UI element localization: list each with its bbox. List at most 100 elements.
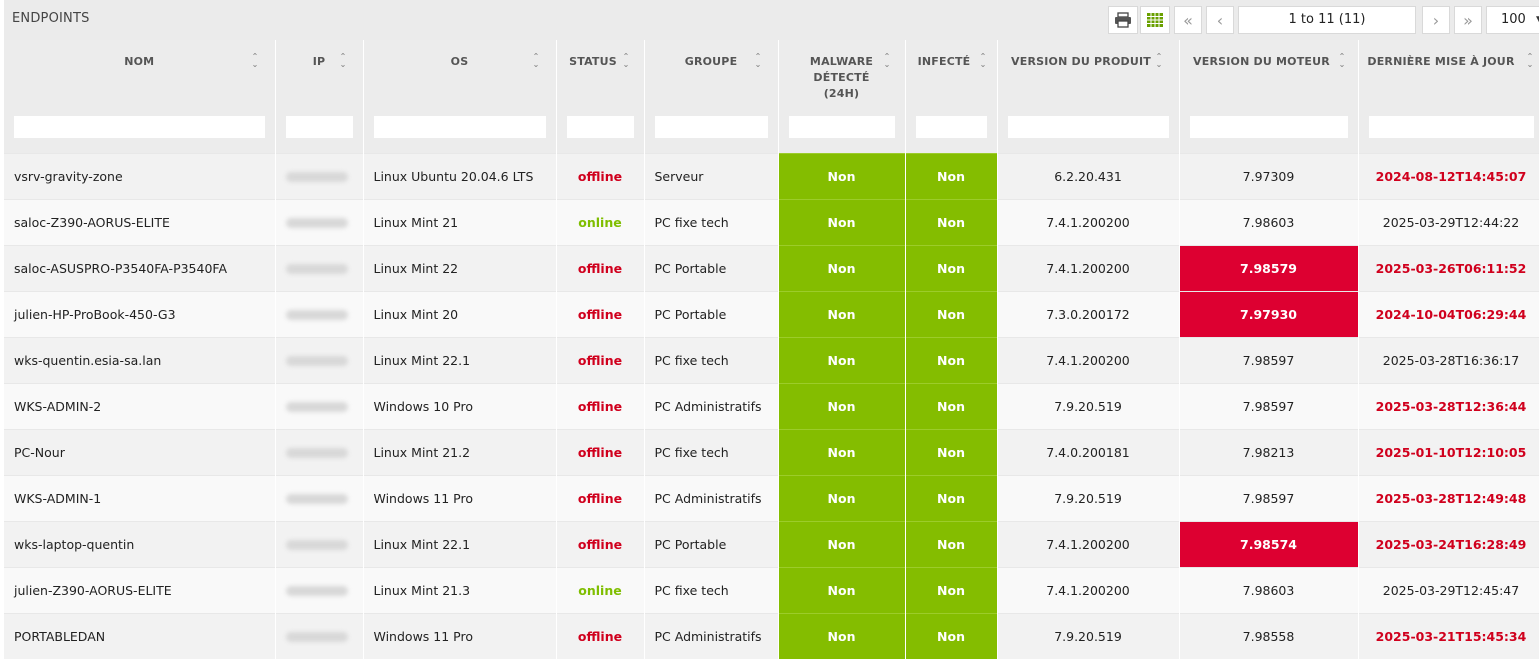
cell-infecte: Non — [905, 612, 998, 659]
cell-derniere-maj: 2025-03-21T15:45:34 — [1358, 612, 1539, 659]
col-groupe[interactable]: GROUPE ⌃ ⌄ — [644, 40, 779, 102]
print-button[interactable] — [1108, 6, 1138, 34]
col-label: INFECTÉ — [917, 55, 971, 68]
cell-os: Linux Ubuntu 20.04.6 LTS — [363, 152, 557, 199]
cell-nom[interactable]: wks-quentin.esia-sa.lan — [4, 336, 276, 383]
table-row[interactable]: WKS-ADMIN-2 Windows 10 Pro offline PC Admin… — [4, 382, 1539, 429]
cell-nom[interactable]: PC-Nour — [4, 428, 276, 475]
cell-nom[interactable]: vsrv-gravity-zone — [4, 152, 276, 199]
double-chevron-right-icon: » — [1463, 10, 1473, 30]
table-row[interactable]: vsrv-gravity-zone Linux Ubuntu 20.04.6 LT… — [4, 152, 1539, 199]
cell-groupe: PC Portable — [644, 290, 779, 337]
header-row: NOM ⌃ ⌄ IP ⌃ ⌄ OS ⌃ ⌄ STATUS ⌃ ⌄ GROUPE ⌃ ⌄ MALWAR… — [4, 40, 1539, 102]
cell-derniere-maj: 2025-03-29T12:45:47 — [1358, 566, 1539, 613]
table-row[interactable]: julien-Z390-AORUS-ELITE Linux Mint 21.3 on… — [4, 566, 1539, 613]
col-status[interactable]: STATUS ⌃ ⌄ — [556, 40, 645, 102]
col-label: STATUS — [569, 55, 617, 68]
col-label: VERSION DU MOTEUR — [1193, 55, 1330, 68]
cell-nom[interactable]: PORTABLEDAN — [4, 612, 276, 659]
cell-ip — [275, 612, 364, 659]
cell-os: Linux Mint 22 — [363, 244, 557, 291]
cell-version-moteur: 7.98597 — [1179, 474, 1359, 521]
col-ip[interactable]: IP ⌃ ⌄ — [275, 40, 364, 102]
filter-groupe-input[interactable] — [654, 116, 768, 139]
prev-page-button[interactable]: ‹ — [1206, 6, 1234, 34]
redacted-ip — [285, 494, 348, 504]
next-page-button[interactable]: › — [1422, 6, 1450, 34]
table-row[interactable]: saloc-ASUSPRO-P3540FA-P3540FA Linux Mint … — [4, 244, 1539, 291]
cell-nom[interactable]: saloc-ASUSPRO-P3540FA-P3540FA — [4, 244, 276, 291]
cell-nom[interactable]: WKS-ADMIN-2 — [4, 382, 276, 429]
endpoints-table: NOM ⌃ ⌄ IP ⌃ ⌄ OS ⌃ ⌄ STATUS ⌃ ⌄ GROUPE ⌃ ⌄ MALWAR… — [4, 40, 1539, 659]
col-version-produit[interactable]: VERSION DU PRODUIT ⌃ ⌄ — [997, 40, 1180, 102]
cell-derniere-maj: 2025-03-29T12:44:22 — [1358, 198, 1539, 245]
cell-groupe: PC Portable — [644, 244, 779, 291]
cell-nom[interactable]: julien-Z390-AORUS-ELITE — [4, 566, 276, 613]
cell-groupe: Serveur — [644, 152, 779, 199]
cell-infecte: Non — [905, 428, 998, 475]
filter-row — [4, 102, 1539, 153]
table-row[interactable]: julien-HP-ProBook-450-G3 Linux Mint 20 off… — [4, 290, 1539, 337]
filter-infecte-input[interactable] — [915, 116, 987, 139]
filter-os-input[interactable] — [373, 116, 546, 139]
cell-nom[interactable]: WKS-ADMIN-1 — [4, 474, 276, 521]
chevron-left-icon: ‹ — [1216, 10, 1224, 30]
cell-ip — [275, 152, 364, 199]
table-row[interactable]: wks-quentin.esia-sa.lan Linux Mint 22.1 of… — [4, 336, 1539, 383]
redacted-ip — [285, 632, 348, 643]
filter-cell — [556, 102, 645, 153]
cell-nom[interactable]: wks-laptop-quentin — [4, 520, 276, 567]
page-size-value: 100 — [1501, 12, 1526, 27]
filter-version-produit-input[interactable] — [1007, 116, 1169, 139]
filter-malware-input[interactable] — [788, 116, 895, 139]
col-version-moteur[interactable]: VERSION DU MOTEUR ⌃ ⌄ — [1179, 40, 1359, 102]
cell-malware: Non — [778, 566, 906, 613]
cell-malware: Non — [778, 290, 906, 337]
cell-os: Windows 10 Pro — [363, 382, 557, 429]
cell-status: offline — [556, 474, 645, 521]
cell-groupe: PC fixe tech — [644, 566, 779, 613]
redacted-ip — [285, 218, 348, 228]
cell-version-produit: 7.4.1.200200 — [997, 566, 1180, 613]
cell-infecte: Non — [905, 336, 998, 383]
cell-version-produit: 7.9.20.519 — [997, 382, 1180, 429]
table-row[interactable]: wks-laptop-quentin Linux Mint 22.1 offline… — [4, 520, 1539, 567]
endpoints-panel: ENDPOINTS « ‹ 1 to 11 (11) › » 100 ▼ — [4, 0, 1539, 659]
table-row[interactable]: WKS-ADMIN-1 Windows 11 Pro offline PC Admin… — [4, 474, 1539, 521]
col-derniere-maj[interactable]: DERNIÈRE MISE À JOUR ⌃ ⌄ — [1358, 40, 1539, 102]
table-row[interactable]: saloc-Z390-AORUS-ELITE Linux Mint 21 onlin… — [4, 198, 1539, 245]
col-os[interactable]: OS ⌃ ⌄ — [363, 40, 557, 102]
filter-cell — [644, 102, 779, 153]
cell-status: online — [556, 198, 645, 245]
cell-nom[interactable]: julien-HP-ProBook-450-G3 — [4, 290, 276, 337]
col-nom[interactable]: NOM ⌃ ⌄ — [4, 40, 276, 102]
col-infecte[interactable]: INFECTÉ ⌃ ⌄ — [905, 40, 998, 102]
printer-icon — [1115, 12, 1131, 28]
page-size-select[interactable]: 100 ▼ — [1486, 6, 1539, 34]
filter-derniere-maj-input[interactable] — [1368, 116, 1534, 139]
cell-malware: Non — [778, 152, 906, 199]
cell-infecte: Non — [905, 474, 998, 521]
col-label: OS — [450, 55, 469, 68]
sort-icon: ⌃ ⌄ — [979, 52, 987, 69]
pagination-display[interactable]: 1 to 11 (11) — [1238, 6, 1416, 34]
sort-icon: ⌃ ⌄ — [339, 52, 347, 69]
filter-nom-input[interactable] — [14, 116, 265, 139]
filter-ip-input[interactable] — [285, 116, 353, 139]
cell-ip — [275, 474, 364, 521]
cell-derniere-maj: 2024-10-04T06:29:44 — [1358, 290, 1539, 337]
first-page-button[interactable]: « — [1174, 6, 1202, 34]
filter-status-input[interactable] — [566, 116, 634, 139]
cell-status: offline — [556, 244, 645, 291]
cell-version-moteur: 7.98603 — [1179, 198, 1359, 245]
cell-infecte: Non — [905, 244, 998, 291]
col-malware[interactable]: MALWARE DÉTECTÉ (24H) ⌃ ⌄ — [778, 40, 906, 102]
export-button[interactable] — [1140, 6, 1170, 34]
chevron-right-icon: › — [1432, 10, 1440, 30]
filter-version-moteur-input[interactable] — [1189, 116, 1348, 139]
last-page-button[interactable]: » — [1454, 6, 1482, 34]
cell-status: online — [556, 566, 645, 613]
cell-nom[interactable]: saloc-Z390-AORUS-ELITE — [4, 198, 276, 245]
table-row[interactable]: PORTABLEDAN Windows 11 Pro offline PC Admin… — [4, 612, 1539, 659]
table-row[interactable]: PC-Nour Linux Mint 21.2 offline PC fixe tec… — [4, 428, 1539, 475]
